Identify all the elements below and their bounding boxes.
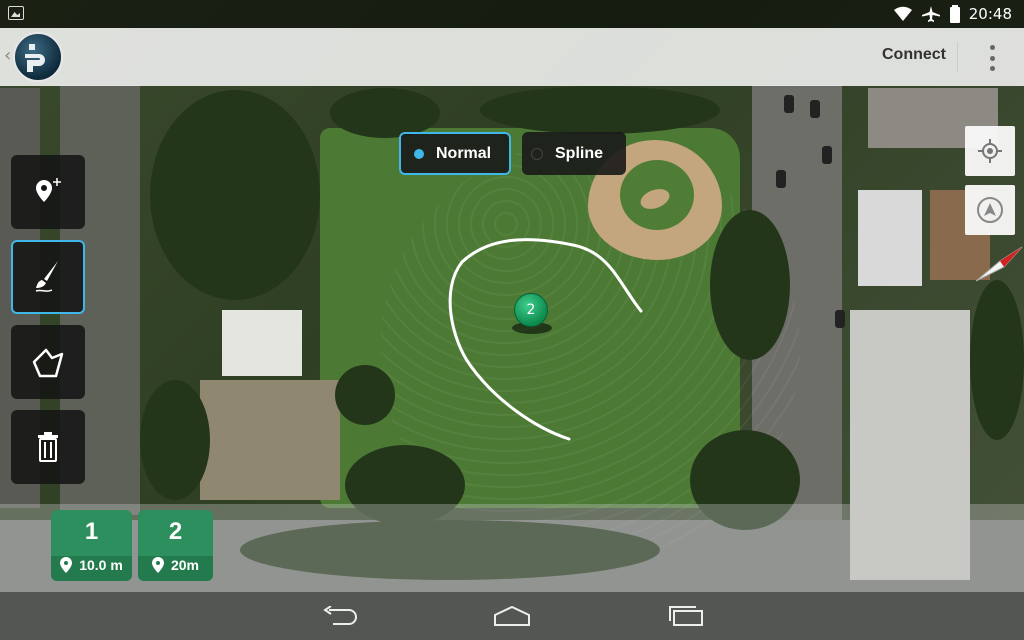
- mode-normal-option[interactable]: Normal: [399, 132, 511, 175]
- marker-plus-icon: [36, 178, 61, 202]
- drone-location-icon: [977, 197, 1003, 223]
- wifi-icon: [893, 6, 912, 21]
- radio-selected-icon: [414, 148, 424, 159]
- back-button[interactable]: [318, 602, 362, 630]
- droidplanner-logo-icon: [25, 44, 45, 72]
- home-icon: [494, 605, 530, 626]
- marker-icon: [151, 557, 164, 573]
- mission-item-altitude: 20m: [170, 557, 200, 573]
- drone-location-button[interactable]: [965, 185, 1015, 235]
- polygon-tool-button[interactable]: [11, 325, 85, 399]
- navigation-bar: [0, 592, 1024, 640]
- connect-button[interactable]: Connect: [882, 46, 946, 64]
- overflow-menu-icon[interactable]: [988, 45, 996, 71]
- recents-icon: [669, 606, 703, 626]
- back-icon: [323, 606, 357, 625]
- mission-item-altitude: 10.0 m: [79, 557, 123, 573]
- delete-tool-button[interactable]: [11, 410, 85, 484]
- action-bar: ‹ Connect: [0, 28, 1024, 86]
- radio-unselected-icon: [531, 147, 543, 160]
- draw-tool-button[interactable]: [11, 240, 85, 314]
- up-chevron-icon[interactable]: ‹: [4, 45, 11, 66]
- recents-button[interactable]: [664, 602, 708, 630]
- my-location-button[interactable]: [965, 126, 1015, 176]
- mode-spline-label: Spline: [555, 144, 604, 162]
- waypoint-marker[interactable]: 2: [514, 293, 548, 327]
- mode-normal-label: Normal: [436, 144, 492, 162]
- mission-item-card[interactable]: 2 20m: [138, 510, 213, 581]
- airplane-icon: [921, 6, 940, 22]
- app-logo[interactable]: [13, 32, 63, 82]
- mission-item-card[interactable]: 1 10.0 m: [51, 510, 132, 581]
- trash-icon: [38, 432, 58, 462]
- gallery-icon: [8, 6, 24, 20]
- mission-item-number: 2: [168, 518, 183, 545]
- compass-icon[interactable]: [974, 243, 1024, 287]
- battery-icon: [949, 5, 960, 23]
- paintbrush-icon: [35, 261, 58, 292]
- polygon-icon: [32, 348, 64, 378]
- action-bar-divider: [957, 42, 958, 72]
- mode-spline-option[interactable]: Spline: [522, 132, 626, 175]
- status-time: 20:48: [968, 5, 1012, 23]
- add-waypoint-tool-button[interactable]: [11, 155, 85, 229]
- mission-item-number: 1: [84, 518, 99, 545]
- my-location-icon: [978, 139, 1002, 163]
- marker-icon: [60, 557, 73, 573]
- status-bar: 20:48: [0, 0, 1024, 28]
- home-button[interactable]: [490, 602, 534, 630]
